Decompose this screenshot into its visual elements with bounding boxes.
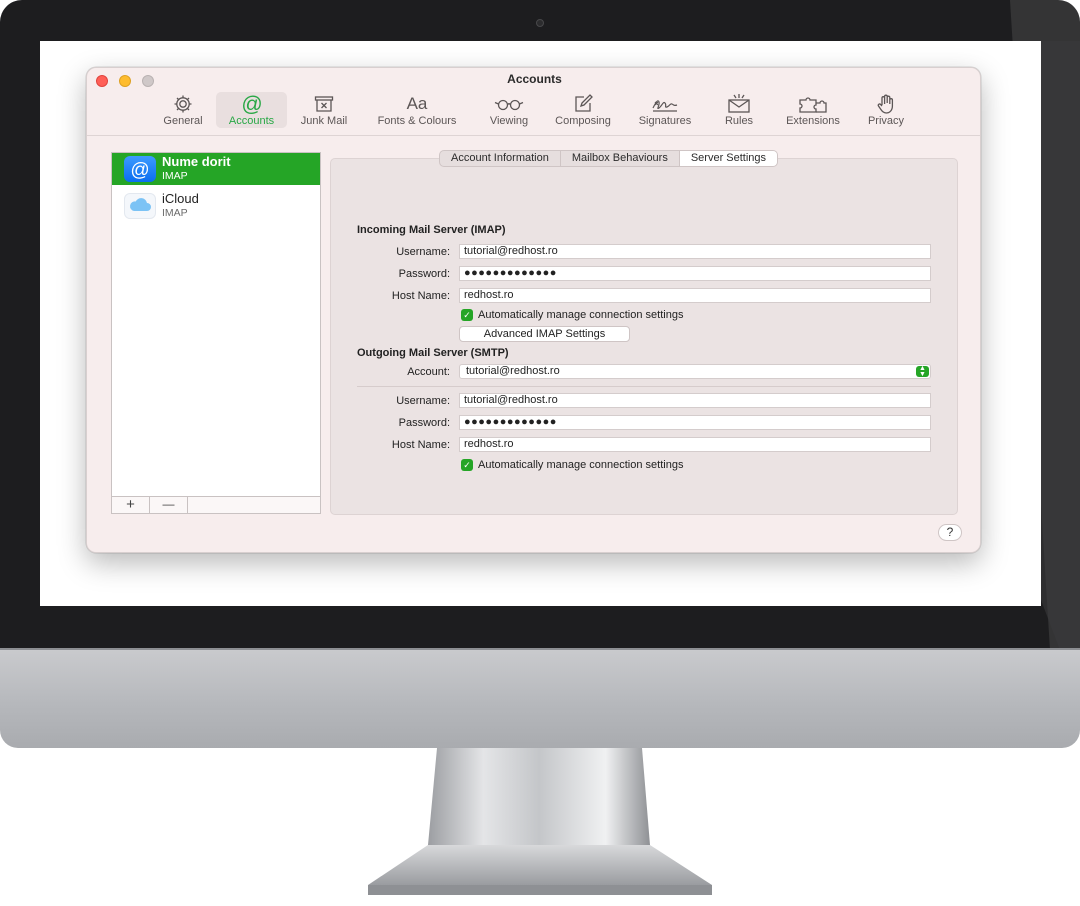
puzzle-icon	[775, 93, 851, 115]
outgoing-account-value: tutorial@redhost.ro	[466, 365, 560, 377]
tab-account-information[interactable]: Account Information	[440, 151, 560, 166]
incoming-server-heading: Incoming Mail Server (IMAP)	[357, 224, 506, 236]
incoming-host-label: Host Name:	[391, 290, 450, 302]
tab-server-settings[interactable]: Server Settings	[678, 151, 778, 166]
outgoing-password-label: Password:	[398, 417, 450, 429]
outgoing-account-select[interactable]: tutorial@redhost.ro ▲ ▼	[459, 364, 931, 379]
accounts-list: @ Nume dorit IMAP iCloud IMAP + —	[111, 152, 321, 514]
imac-display-bezel: Accounts General @ Accounts Junk Mail Aa…	[0, 0, 1080, 650]
outgoing-password-field[interactable]: ●●●●●●●●●●●●●	[459, 415, 931, 430]
signature-icon	[629, 93, 701, 115]
account-item-icloud[interactable]: iCloud IMAP	[112, 190, 320, 222]
incoming-auto-manage-label: Automatically manage connection settings	[478, 309, 684, 321]
aa-text-icon: Aa	[406, 94, 428, 113]
screen: Accounts General @ Accounts Junk Mail Aa…	[40, 41, 1041, 606]
chevron-up-down-icon: ▲ ▼	[916, 365, 929, 378]
tab-mailbox-behaviours[interactable]: Mailbox Behaviours	[559, 151, 679, 166]
remove-account-button[interactable]: —	[150, 497, 188, 513]
junk-tray-icon	[292, 93, 356, 115]
imac-stand	[368, 748, 712, 895]
at-sign-icon: @	[216, 93, 287, 115]
toolbar-rules[interactable]: Rules	[714, 92, 764, 128]
outgoing-username-field[interactable]: tutorial@redhost.ro	[459, 393, 931, 408]
at-sign-icon: @	[124, 156, 156, 182]
gear-icon	[156, 93, 210, 115]
help-button[interactable]: ?	[938, 524, 962, 541]
toolbar-general[interactable]: General	[156, 92, 210, 128]
preferences-window: Accounts General @ Accounts Junk Mail Aa…	[86, 67, 981, 553]
svg-text:@: @	[130, 160, 149, 181]
toolbar-privacy[interactable]: Privacy	[859, 92, 913, 128]
incoming-password-label: Password:	[398, 268, 450, 280]
incoming-auto-manage-checkbox[interactable]: ✓	[461, 309, 473, 321]
hand-icon	[859, 93, 913, 115]
outgoing-auto-manage-checkbox[interactable]: ✓	[461, 459, 473, 471]
outgoing-username-label: Username:	[396, 395, 450, 407]
toolbar-fonts-colours[interactable]: Aa Fonts & Colours	[365, 92, 469, 128]
outgoing-auto-manage-label: Automatically manage connection settings	[478, 459, 684, 471]
camera-icon	[536, 19, 544, 27]
outgoing-server-heading: Outgoing Mail Server (SMTP)	[357, 347, 509, 359]
toolbar-divider	[87, 135, 980, 136]
advanced-imap-settings-button[interactable]: Advanced IMAP Settings	[459, 326, 630, 342]
outgoing-divider	[357, 386, 931, 387]
account-item-nume-dorit[interactable]: @ Nume dorit IMAP	[112, 153, 320, 185]
imac-chin	[0, 650, 1080, 748]
preferences-toolbar: General @ Accounts Junk Mail Aa Fonts & …	[87, 92, 980, 134]
toolbar-junk-mail[interactable]: Junk Mail	[292, 92, 356, 128]
settings-tabs: Account Information Mailbox Behaviours S…	[439, 150, 779, 167]
pencil-square-icon	[545, 93, 621, 115]
incoming-username-label: Username:	[396, 246, 450, 258]
outgoing-host-field[interactable]: redhost.ro	[459, 437, 931, 452]
envelope-rules-icon	[714, 93, 764, 115]
account-list-footer: + —	[112, 496, 320, 513]
add-account-button[interactable]: +	[112, 497, 150, 513]
incoming-username-field[interactable]: tutorial@redhost.ro	[459, 244, 931, 259]
outgoing-host-label: Host Name:	[391, 439, 450, 451]
toolbar-signatures[interactable]: Signatures	[629, 92, 701, 128]
icloud-icon	[124, 193, 156, 219]
toolbar-viewing[interactable]: Viewing	[479, 92, 539, 128]
toolbar-accounts[interactable]: @ Accounts	[216, 92, 287, 128]
toolbar-composing[interactable]: Composing	[545, 92, 621, 128]
outgoing-account-label: Account:	[407, 366, 450, 378]
incoming-host-field[interactable]: redhost.ro	[459, 288, 931, 303]
window-title: Accounts	[507, 72, 562, 86]
toolbar-extensions[interactable]: Extensions	[775, 92, 851, 128]
incoming-password-field[interactable]: ●●●●●●●●●●●●●	[459, 266, 931, 281]
glasses-icon	[479, 93, 539, 115]
svg-text:@: @	[241, 93, 262, 115]
